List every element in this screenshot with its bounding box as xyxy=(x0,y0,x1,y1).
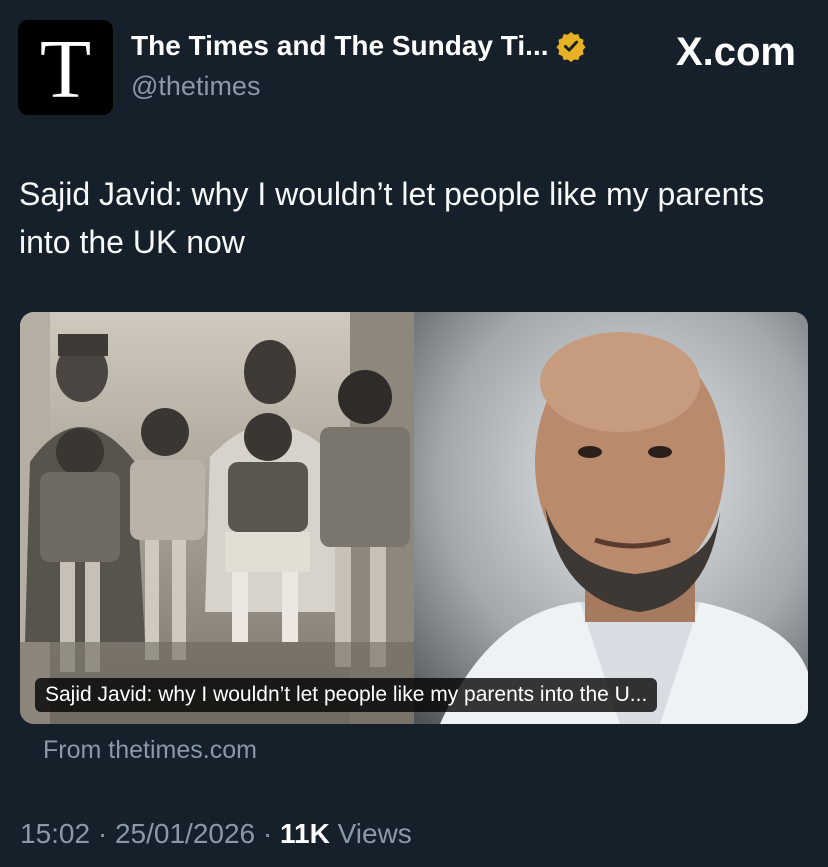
tweet-meta: 15:02 · 25/01/2026 · 11K Views xyxy=(20,818,412,850)
link-card-image xyxy=(20,312,808,724)
meta-separator: · xyxy=(90,818,115,849)
tweet-time[interactable]: 15:02 xyxy=(20,818,90,849)
views-label: Views xyxy=(337,818,412,849)
account-avatar[interactable]: T xyxy=(18,20,113,115)
account-name-row[interactable]: The Times and The Sunday Ti... xyxy=(131,30,587,62)
tweet-text: Sajid Javid: why I wouldn’t let people l… xyxy=(19,176,765,260)
x-com-brand: X.com xyxy=(675,30,796,74)
link-card[interactable]: Sajid Javid: why I wouldn’t let people l… xyxy=(20,312,808,724)
link-card-caption: Sajid Javid: why I wouldn’t let people l… xyxy=(35,678,658,712)
verified-badge-icon xyxy=(555,32,586,62)
tweet-date[interactable]: 25/01/2026 xyxy=(115,818,255,849)
account-display-name[interactable]: The Times and The Sunday Ti... xyxy=(131,30,549,62)
views-count: 11K xyxy=(280,818,330,849)
account-handle[interactable]: @thetimes xyxy=(131,71,260,102)
avatar-letter: T xyxy=(39,22,92,116)
meta-separator: · xyxy=(255,818,280,849)
link-source[interactable]: From thetimes.com xyxy=(43,736,257,765)
